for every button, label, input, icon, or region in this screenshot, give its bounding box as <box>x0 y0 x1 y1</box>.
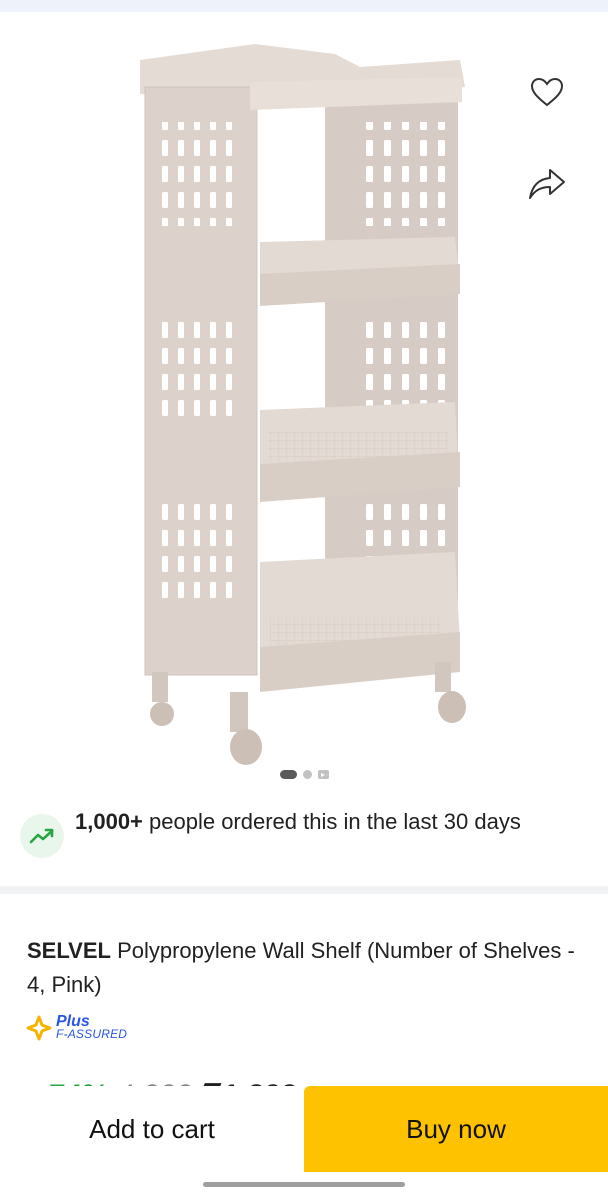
trending-up-icon <box>20 814 64 858</box>
assured-label: F-ASSURED <box>56 1027 128 1041</box>
product-image[interactable] <box>110 32 480 772</box>
order-count: 1,000+ <box>75 809 143 834</box>
product-brand: SELVEL <box>27 938 111 963</box>
share-button[interactable] <box>525 162 569 206</box>
social-proof-text: 1,000+ people ordered this in the last 3… <box>75 806 575 838</box>
home-indicator[interactable] <box>203 1182 405 1187</box>
heart-outline-icon <box>530 77 564 107</box>
add-to-cart-button[interactable]: Add to cart <box>0 1086 304 1172</box>
product-image-gallery[interactable] <box>0 12 608 802</box>
social-proof-banner: 1,000+ people ordered this in the last 3… <box>0 800 608 886</box>
plus-logo-icon <box>26 1015 52 1041</box>
product-title: SELVEL Polypropylene Wall Shelf (Number … <box>27 934 587 1002</box>
plus-assured-badge: Plus F-ASSURED <box>26 1012 127 1044</box>
status-strip <box>0 0 608 12</box>
social-proof-message: people ordered this in the last 30 days <box>142 809 521 834</box>
section-divider <box>0 886 608 894</box>
bottom-action-bar: Add to cart Buy now <box>0 1086 608 1172</box>
wishlist-button[interactable] <box>525 70 569 114</box>
system-nav-bar <box>0 1172 608 1200</box>
share-arrow-icon <box>529 169 565 199</box>
gallery-pager[interactable] <box>0 770 608 779</box>
pager-dot[interactable] <box>302 770 312 779</box>
pager-dot-active[interactable] <box>279 770 297 779</box>
buy-now-button[interactable]: Buy now <box>304 1086 608 1172</box>
video-dot-icon[interactable] <box>317 770 329 779</box>
